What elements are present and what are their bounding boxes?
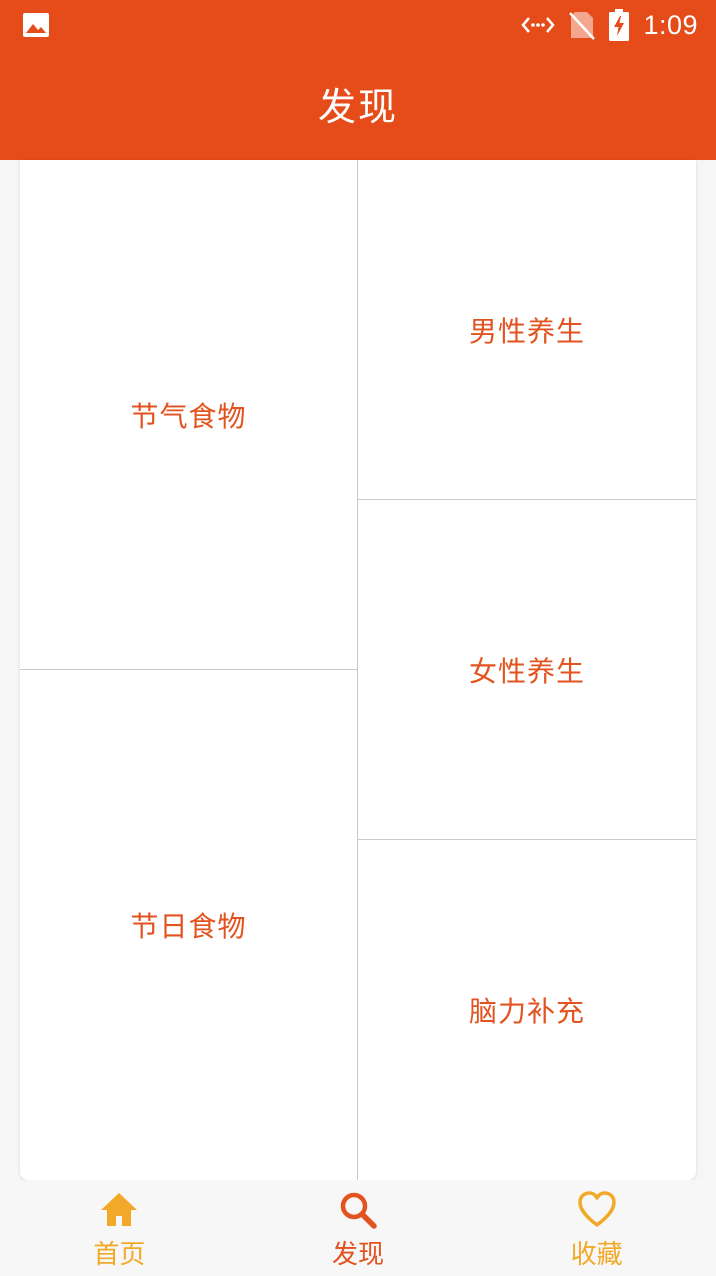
data-transfer-icon	[521, 17, 556, 33]
home-icon	[101, 1193, 138, 1226]
battery-charging-icon	[609, 9, 630, 41]
gallery-icon	[23, 13, 49, 37]
status-bar: 1:09	[0, 0, 716, 50]
no-sim-icon	[569, 12, 596, 40]
category-male-health[interactable]: 男性养生	[358, 160, 696, 500]
category-brain-boost[interactable]: 脑力补充	[358, 840, 696, 1180]
app-bar: 发现	[0, 50, 716, 160]
category-solar-term-food[interactable]: 节气食物	[20, 160, 358, 670]
category-grid: 节气食物 节日食物 男性养生 女性养生 脑力补充	[20, 160, 696, 1180]
category-label: 脑力补充	[468, 995, 585, 1028]
bottom-navigation: 首页 发现 收藏	[0, 1180, 716, 1276]
category-female-health[interactable]: 女性养生	[358, 500, 696, 840]
nav-item-favorites[interactable]: 收藏	[477, 1180, 716, 1276]
heart-icon	[577, 1191, 616, 1227]
nav-item-home[interactable]: 首页	[0, 1180, 239, 1276]
nav-label-discover: 发现	[332, 1240, 385, 1270]
category-label: 节气食物	[130, 399, 247, 433]
search-icon	[340, 1192, 377, 1229]
status-time: 1:09	[643, 9, 698, 40]
category-label: 男性养生	[468, 314, 585, 348]
nav-label-favorites: 收藏	[570, 1240, 623, 1270]
nav-item-discover[interactable]: 发现	[239, 1180, 478, 1276]
page-title: 发现	[317, 84, 398, 129]
category-label: 女性养生	[468, 654, 585, 688]
category-label: 节日食物	[130, 910, 247, 943]
nav-label-home: 首页	[93, 1240, 146, 1270]
category-festival-food[interactable]: 节日食物	[20, 670, 358, 1180]
